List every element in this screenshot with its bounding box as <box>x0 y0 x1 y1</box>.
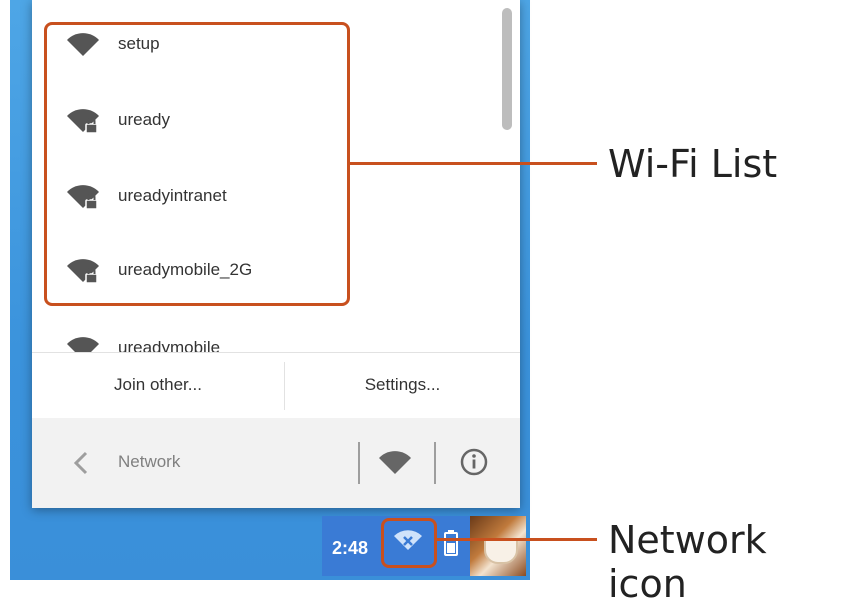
network-icon-callout-line <box>434 538 597 541</box>
network-icon-callout-box <box>381 518 437 568</box>
wifi-item-label: ureadymobile <box>118 338 221 352</box>
wifi-list-scrollbar[interactable] <box>498 0 518 352</box>
clock[interactable]: 2:48 <box>332 538 368 559</box>
battery-icon[interactable] <box>444 530 458 556</box>
network-icon-callout-label: Network icon <box>608 518 767 606</box>
wifi-item-ureadymobile[interactable]: ureadymobile <box>32 328 502 352</box>
network-nav-bar: Network <box>32 418 520 508</box>
scrollbar-thumb[interactable] <box>502 8 512 130</box>
wifi-list-callout-line <box>347 162 597 165</box>
info-icon[interactable] <box>460 448 488 476</box>
wifi-toggle-icon[interactable] <box>378 450 412 476</box>
coffee-cup-image <box>484 538 518 564</box>
settings-button[interactable]: Settings... <box>285 352 520 418</box>
chevron-left-icon[interactable] <box>72 450 90 476</box>
wifi-icon <box>67 337 99 352</box>
nav-title: Network <box>118 452 181 471</box>
nav-separator <box>434 442 436 484</box>
join-other-button[interactable]: Join other... <box>32 352 284 418</box>
wifi-list-callout-label: Wi-Fi List <box>608 142 778 186</box>
wifi-list-callout-box <box>44 22 350 306</box>
nav-separator <box>358 442 360 484</box>
user-avatar[interactable] <box>470 516 526 576</box>
